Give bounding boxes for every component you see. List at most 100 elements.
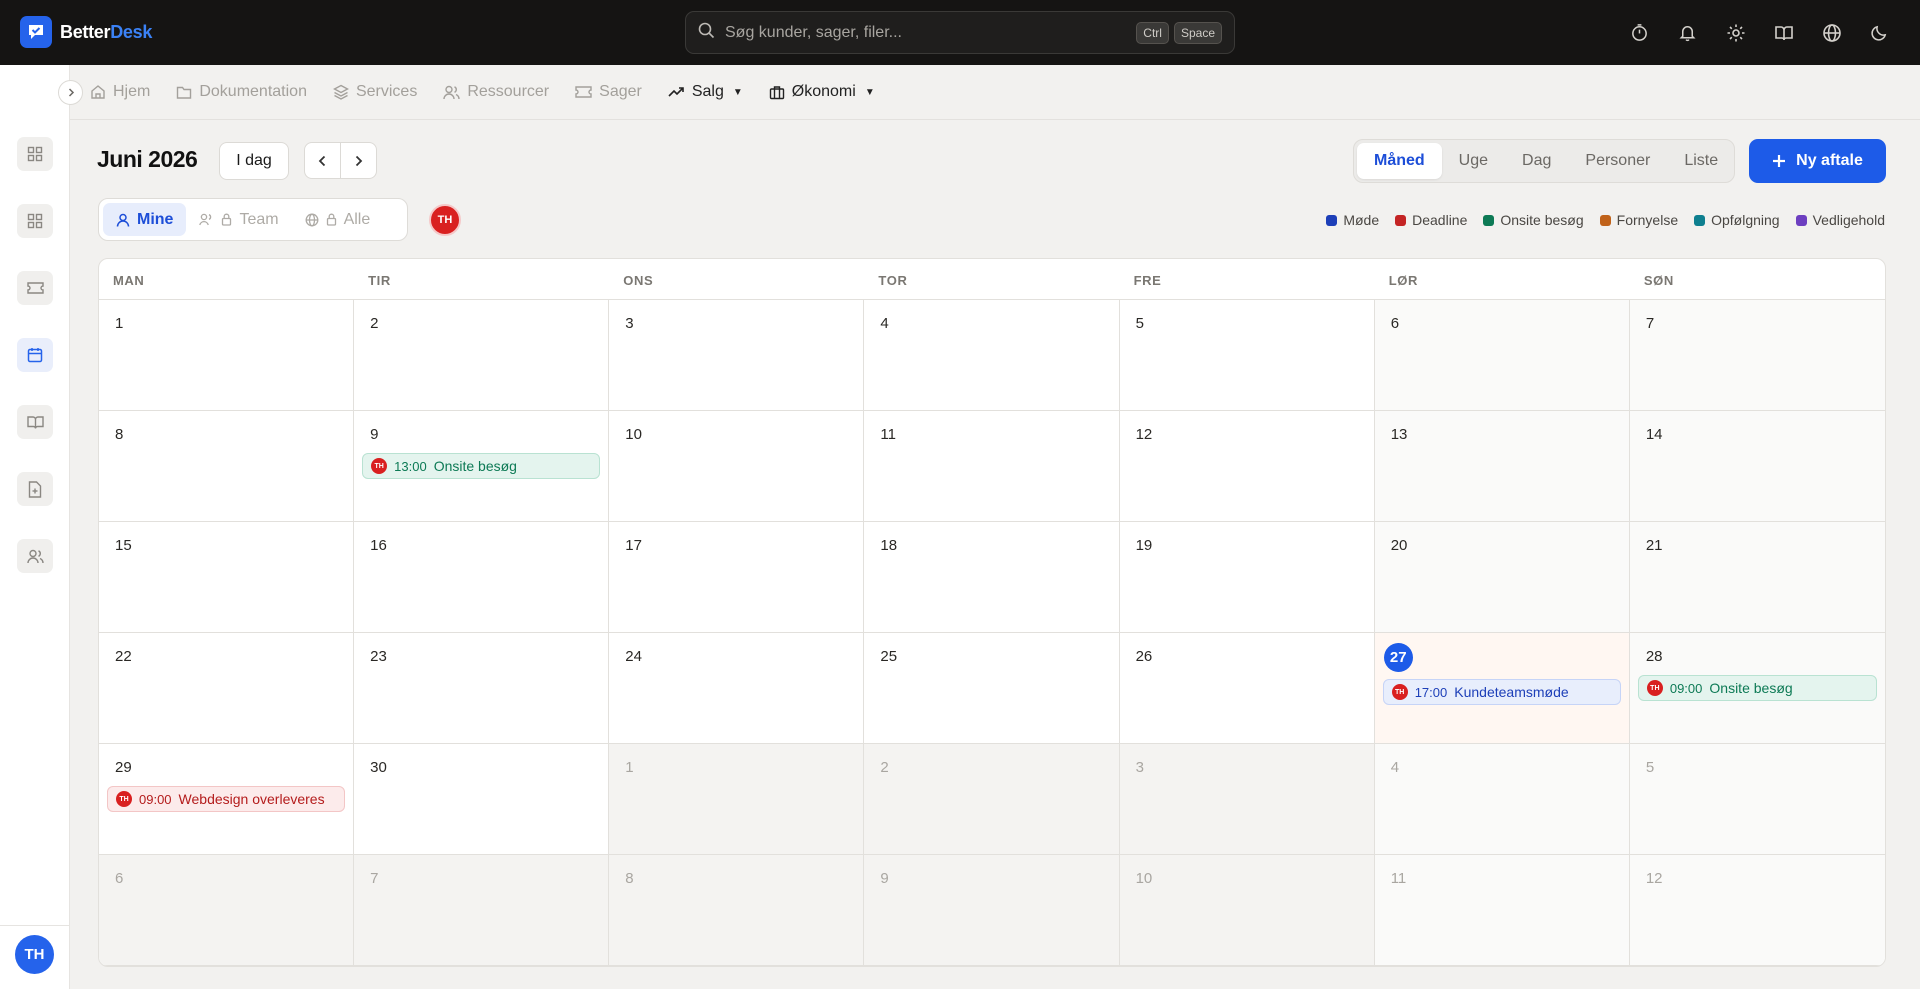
search-input[interactable] (725, 23, 1132, 42)
people-icon[interactable] (17, 539, 53, 573)
view-tab-list[interactable]: Liste (1667, 143, 1735, 179)
new-appointment-button[interactable]: Ny aftale (1749, 139, 1886, 183)
day-cell-other-month[interactable]: 5 (1629, 744, 1885, 855)
docs-icon[interactable] (17, 405, 53, 439)
nav-item-hjem[interactable]: Hjem (90, 83, 150, 101)
day-cell-other-month[interactable]: 6 (99, 855, 355, 966)
legend-item: Fornyelse (1599, 212, 1678, 228)
app-logo[interactable]: BetterDesk (20, 16, 152, 48)
day-cell[interactable]: 18 (864, 522, 1120, 633)
day-number: 7 (1645, 315, 1655, 332)
prev-month-button[interactable] (304, 142, 341, 179)
event-deadline[interactable]: TH 09:00 Webdesign overleveres (107, 786, 346, 812)
filter-mine[interactable]: Mine (103, 203, 187, 236)
day-cell[interactable]: 16 (354, 522, 610, 633)
day-cell[interactable]: 22 (99, 633, 355, 744)
event-onsite-visit[interactable]: TH 09:00 Onsite besøg (1637, 675, 1877, 701)
day-cell[interactable]: 19 (1119, 522, 1375, 633)
day-cell[interactable]: 13 (1374, 411, 1630, 522)
left-sidebar: TH (0, 65, 70, 989)
ticket-icon[interactable] (17, 271, 53, 305)
day-cell[interactable]: 6 (1374, 300, 1630, 411)
day-cell[interactable]: 20 (1374, 522, 1630, 633)
globe-icon[interactable] (1819, 20, 1844, 45)
day-cell-other-month[interactable]: 1 (609, 744, 865, 855)
nav-item-dokumentation[interactable]: Dokumentation (176, 83, 307, 101)
day-cell[interactable]: 8 (99, 411, 355, 522)
day-number: 7 (370, 870, 379, 887)
day-cell[interactable]: 15 (99, 522, 355, 633)
home-icon (91, 85, 105, 99)
day-number: 8 (625, 870, 634, 887)
day-cell-other-month[interactable]: 3 (1119, 744, 1375, 855)
calendar-icon[interactable] (17, 338, 53, 372)
day-cell-today[interactable]: 27 TH 17:00 Kundeteamsmøde (1374, 633, 1630, 744)
day-cell[interactable]: 11 (864, 411, 1120, 522)
search-bar[interactable]: Ctrl Space (685, 11, 1235, 54)
day-cell[interactable]: 7 (1629, 300, 1885, 411)
day-cell-other-month[interactable]: 8 (609, 855, 865, 966)
moon-icon[interactable] (1867, 20, 1892, 45)
view-tab-week[interactable]: Uge (1442, 143, 1505, 179)
nav-item-okonomi[interactable]: Økonomi ▼ (769, 83, 875, 101)
view-tab-month[interactable]: Måned (1357, 143, 1442, 179)
legend-item: Vedligehold (1795, 212, 1885, 228)
day-cell[interactable]: 29 TH 09:00 Webdesign overleveres (99, 744, 355, 855)
day-cell-other-month[interactable]: 12 (1629, 855, 1885, 966)
day-cell[interactable]: 12 (1119, 411, 1375, 522)
day-cell-other-month[interactable]: 7 (354, 855, 610, 966)
filter-alle[interactable]: Alle (292, 203, 384, 236)
day-cell[interactable]: 5 (1119, 300, 1375, 411)
nav-item-services[interactable]: Services (332, 83, 417, 101)
nav-item-sager[interactable]: Sager (575, 83, 642, 101)
nav-label: Ressourcer (467, 83, 550, 100)
timer-icon[interactable] (1627, 20, 1652, 45)
next-month-button[interactable] (340, 142, 377, 179)
day-cell-other-month[interactable]: 9 (864, 855, 1120, 966)
day-cell[interactable]: 1 (99, 300, 355, 411)
nav-item-salg[interactable]: Salg ▼ (668, 83, 743, 101)
day-cell[interactable]: 30 (354, 744, 610, 855)
legend-dot (1395, 214, 1407, 226)
search-icon (698, 22, 715, 43)
day-cell[interactable]: 25 (864, 633, 1120, 744)
day-cell[interactable]: 4 (864, 300, 1120, 411)
event-meeting[interactable]: TH 17:00 Kundeteamsmøde (1382, 679, 1621, 705)
bell-icon[interactable] (1675, 20, 1700, 45)
event-title: Kundeteamsmøde (1454, 684, 1569, 700)
today-button[interactable]: I dag (219, 142, 289, 180)
day-cell-other-month[interactable]: 11 (1374, 855, 1630, 966)
sidebar-expand-button[interactable] (58, 80, 83, 105)
day-cell[interactable]: 9 TH 13:00 Onsite besøg (354, 411, 610, 522)
user-filter-avatar[interactable]: TH (429, 204, 461, 236)
weekday-header: MAN TIR ONS TOR FRE LØR SØN (99, 259, 1885, 300)
day-cell[interactable]: 3 (609, 300, 865, 411)
day-cell[interactable]: 17 (609, 522, 865, 633)
day-cell[interactable]: 26 (1119, 633, 1375, 744)
view-switcher: Måned Uge Dag Personer Liste (1353, 139, 1735, 183)
day-cell[interactable]: 28 TH 09:00 Onsite besøg (1629, 633, 1885, 744)
apps-icon[interactable] (17, 204, 53, 238)
day-number: 29 (115, 759, 132, 776)
day-cell-other-month[interactable]: 2 (864, 744, 1120, 855)
dashboard-icon[interactable] (17, 137, 53, 171)
day-cell[interactable]: 21 (1629, 522, 1885, 633)
day-cell[interactable]: 14 (1629, 411, 1885, 522)
filter-team[interactable]: Team (186, 203, 291, 236)
file-add-icon[interactable] (17, 472, 53, 506)
book-icon[interactable] (1771, 20, 1796, 45)
nav-item-ressourcer[interactable]: Ressourcer (443, 83, 549, 101)
view-tab-persons[interactable]: Personer (1568, 143, 1667, 179)
day-cell[interactable]: 10 (609, 411, 865, 522)
gear-icon[interactable] (1723, 20, 1748, 45)
day-number: 1 (115, 315, 124, 332)
day-cell-other-month[interactable]: 10 (1119, 855, 1375, 966)
day-cell[interactable]: 23 (354, 633, 610, 744)
legend-item: Møde (1326, 212, 1379, 228)
view-tab-day[interactable]: Dag (1505, 143, 1568, 179)
event-onsite-visit[interactable]: TH 13:00 Onsite besøg (362, 453, 601, 479)
user-avatar[interactable]: TH (15, 935, 54, 974)
day-cell[interactable]: 2 (354, 300, 610, 411)
day-cell-other-month[interactable]: 4 (1374, 744, 1630, 855)
day-cell[interactable]: 24 (609, 633, 865, 744)
